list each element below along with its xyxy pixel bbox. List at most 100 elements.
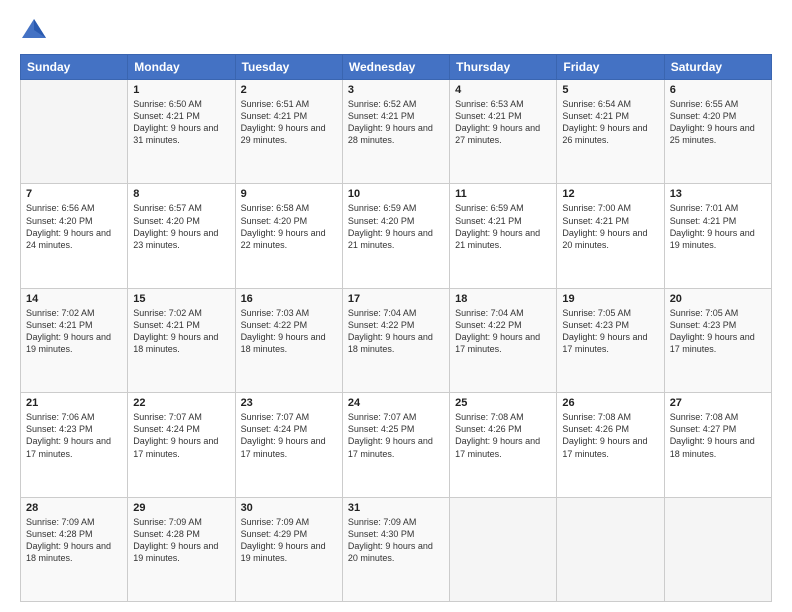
calendar-day-cell: 29 Sunrise: 7:09 AMSunset: 4:28 PMDayligh… bbox=[128, 497, 235, 601]
day-number: 12 bbox=[562, 188, 658, 200]
calendar-day-cell: 1 Sunrise: 6:50 AMSunset: 4:21 PMDaylight… bbox=[128, 80, 235, 184]
day-info: Sunrise: 6:59 AMSunset: 4:21 PMDaylight:… bbox=[455, 202, 551, 251]
day-info: Sunrise: 6:53 AMSunset: 4:21 PMDaylight:… bbox=[455, 98, 551, 147]
calendar-day-cell: 15 Sunrise: 7:02 AMSunset: 4:21 PMDayligh… bbox=[128, 288, 235, 392]
calendar: SundayMondayTuesdayWednesdayThursdayFrid… bbox=[20, 54, 772, 602]
calendar-day-cell bbox=[557, 497, 664, 601]
day-info: Sunrise: 7:09 AMSunset: 4:30 PMDaylight:… bbox=[348, 516, 444, 565]
day-number: 3 bbox=[348, 84, 444, 96]
weekday-header: Friday bbox=[557, 55, 664, 80]
calendar-day-cell: 13 Sunrise: 7:01 AMSunset: 4:21 PMDayligh… bbox=[664, 184, 771, 288]
day-number: 27 bbox=[670, 397, 766, 409]
calendar-day-cell: 25 Sunrise: 7:08 AMSunset: 4:26 PMDayligh… bbox=[450, 393, 557, 497]
calendar-day-cell: 31 Sunrise: 7:09 AMSunset: 4:30 PMDayligh… bbox=[342, 497, 449, 601]
day-number: 15 bbox=[133, 293, 229, 305]
calendar-day-cell: 9 Sunrise: 6:58 AMSunset: 4:20 PMDaylight… bbox=[235, 184, 342, 288]
day-number: 21 bbox=[26, 397, 122, 409]
page: SundayMondayTuesdayWednesdayThursdayFrid… bbox=[0, 0, 792, 612]
day-info: Sunrise: 7:00 AMSunset: 4:21 PMDaylight:… bbox=[562, 202, 658, 251]
day-info: Sunrise: 6:58 AMSunset: 4:20 PMDaylight:… bbox=[241, 202, 337, 251]
calendar-day-cell bbox=[21, 80, 128, 184]
calendar-day-cell: 18Sunrise: 7:04 AMSunset: 4:22 PMDayligh… bbox=[450, 288, 557, 392]
calendar-day-cell: 19 Sunrise: 7:05 AMSunset: 4:23 PMDayligh… bbox=[557, 288, 664, 392]
day-number: 14 bbox=[26, 293, 122, 305]
day-info: Sunrise: 6:51 AMSunset: 4:21 PMDaylight:… bbox=[241, 98, 337, 147]
day-info: Sunrise: 6:50 AMSunset: 4:21 PMDaylight:… bbox=[133, 98, 229, 147]
logo-icon bbox=[20, 16, 48, 44]
day-number: 10 bbox=[348, 188, 444, 200]
weekday-header: Tuesday bbox=[235, 55, 342, 80]
day-number: 1 bbox=[133, 84, 229, 96]
day-info: Sunrise: 6:59 AMSunset: 4:20 PMDaylight:… bbox=[348, 202, 444, 251]
calendar-day-cell: 26 Sunrise: 7:08 AMSunset: 4:26 PMDayligh… bbox=[557, 393, 664, 497]
calendar-day-cell: 10 Sunrise: 6:59 AMSunset: 4:20 PMDayligh… bbox=[342, 184, 449, 288]
calendar-day-cell: 5Sunrise: 6:54 AMSunset: 4:21 PMDaylight… bbox=[557, 80, 664, 184]
day-number: 30 bbox=[241, 502, 337, 514]
logo bbox=[20, 16, 52, 44]
day-info: Sunrise: 7:02 AMSunset: 4:21 PMDaylight:… bbox=[133, 307, 229, 356]
calendar-day-cell: 22 Sunrise: 7:07 AMSunset: 4:24 PMDayligh… bbox=[128, 393, 235, 497]
day-number: 18 bbox=[455, 293, 551, 305]
day-number: 9 bbox=[241, 188, 337, 200]
calendar-day-cell: 4 Sunrise: 6:53 AMSunset: 4:21 PMDaylight… bbox=[450, 80, 557, 184]
day-number: 31 bbox=[348, 502, 444, 514]
day-info: Sunrise: 6:52 AMSunset: 4:21 PMDaylight:… bbox=[348, 98, 444, 147]
day-info: Sunrise: 7:09 AMSunset: 4:28 PMDaylight:… bbox=[26, 516, 122, 565]
day-number: 26 bbox=[562, 397, 658, 409]
day-info: Sunrise: 7:09 AMSunset: 4:28 PMDaylight:… bbox=[133, 516, 229, 565]
day-number: 4 bbox=[455, 84, 551, 96]
calendar-header: SundayMondayTuesdayWednesdayThursdayFrid… bbox=[21, 55, 772, 80]
calendar-week-row: 28 Sunrise: 7:09 AMSunset: 4:28 PMDayligh… bbox=[21, 497, 772, 601]
day-number: 7 bbox=[26, 188, 122, 200]
calendar-week-row: 21Sunrise: 7:06 AMSunset: 4:23 PMDayligh… bbox=[21, 393, 772, 497]
day-number: 23 bbox=[241, 397, 337, 409]
day-info: Sunrise: 7:08 AMSunset: 4:26 PMDaylight:… bbox=[455, 411, 551, 460]
day-number: 28 bbox=[26, 502, 122, 514]
day-number: 8 bbox=[133, 188, 229, 200]
calendar-day-cell: 20 Sunrise: 7:05 AMSunset: 4:23 PMDayligh… bbox=[664, 288, 771, 392]
calendar-week-row: 7Sunrise: 6:56 AMSunset: 4:20 PMDaylight… bbox=[21, 184, 772, 288]
day-number: 17 bbox=[348, 293, 444, 305]
calendar-day-cell: 30 Sunrise: 7:09 AMSunset: 4:29 PMDayligh… bbox=[235, 497, 342, 601]
calendar-day-cell: 11 Sunrise: 6:59 AMSunset: 4:21 PMDayligh… bbox=[450, 184, 557, 288]
calendar-body: 1 Sunrise: 6:50 AMSunset: 4:21 PMDaylight… bbox=[21, 80, 772, 602]
day-number: 11 bbox=[455, 188, 551, 200]
day-info: Sunrise: 7:08 AMSunset: 4:27 PMDaylight:… bbox=[670, 411, 766, 460]
calendar-day-cell: 17 Sunrise: 7:04 AMSunset: 4:22 PMDayligh… bbox=[342, 288, 449, 392]
day-number: 16 bbox=[241, 293, 337, 305]
calendar-day-cell: 16Sunrise: 7:03 AMSunset: 4:22 PMDayligh… bbox=[235, 288, 342, 392]
day-number: 6 bbox=[670, 84, 766, 96]
calendar-day-cell: 28 Sunrise: 7:09 AMSunset: 4:28 PMDayligh… bbox=[21, 497, 128, 601]
day-number: 29 bbox=[133, 502, 229, 514]
calendar-day-cell: 3 Sunrise: 6:52 AMSunset: 4:21 PMDaylight… bbox=[342, 80, 449, 184]
day-info: Sunrise: 6:54 AMSunset: 4:21 PMDaylight:… bbox=[562, 98, 658, 147]
weekday-header: Sunday bbox=[21, 55, 128, 80]
day-number: 24 bbox=[348, 397, 444, 409]
day-info: Sunrise: 6:55 AMSunset: 4:20 PMDaylight:… bbox=[670, 98, 766, 147]
day-info: Sunrise: 7:05 AMSunset: 4:23 PMDaylight:… bbox=[670, 307, 766, 356]
calendar-day-cell: 12 Sunrise: 7:00 AMSunset: 4:21 PMDayligh… bbox=[557, 184, 664, 288]
day-info: Sunrise: 7:04 AMSunset: 4:22 PMDaylight:… bbox=[348, 307, 444, 356]
day-number: 13 bbox=[670, 188, 766, 200]
day-info: Sunrise: 7:09 AMSunset: 4:29 PMDaylight:… bbox=[241, 516, 337, 565]
day-number: 22 bbox=[133, 397, 229, 409]
weekday-header: Monday bbox=[128, 55, 235, 80]
day-number: 2 bbox=[241, 84, 337, 96]
day-number: 25 bbox=[455, 397, 551, 409]
day-info: Sunrise: 7:05 AMSunset: 4:23 PMDaylight:… bbox=[562, 307, 658, 356]
calendar-day-cell: 14Sunrise: 7:02 AMSunset: 4:21 PMDayligh… bbox=[21, 288, 128, 392]
calendar-day-cell: 23 Sunrise: 7:07 AMSunset: 4:24 PMDayligh… bbox=[235, 393, 342, 497]
calendar-week-row: 14 Sunrise: 7:02 AMSunset: 4:21 PMDayligh… bbox=[21, 288, 772, 392]
day-number: 20 bbox=[670, 293, 766, 305]
day-info: Sunrise: 6:57 AMSunset: 4:20 PMDaylight:… bbox=[133, 202, 229, 251]
day-info: Sunrise: 7:07 AMSunset: 4:24 PMDaylight:… bbox=[241, 411, 337, 460]
calendar-day-cell bbox=[664, 497, 771, 601]
day-info: Sunrise: 7:07 AMSunset: 4:24 PMDaylight:… bbox=[133, 411, 229, 460]
weekday-header: Thursday bbox=[450, 55, 557, 80]
day-number: 19 bbox=[562, 293, 658, 305]
day-info: Sunrise: 7:08 AMSunset: 4:26 PMDaylight:… bbox=[562, 411, 658, 460]
calendar-day-cell bbox=[450, 497, 557, 601]
weekday-row: SundayMondayTuesdayWednesdayThursdayFrid… bbox=[21, 55, 772, 80]
day-info: Sunrise: 7:01 AMSunset: 4:21 PMDaylight:… bbox=[670, 202, 766, 251]
calendar-day-cell: 6 Sunrise: 6:55 AMSunset: 4:20 PMDaylight… bbox=[664, 80, 771, 184]
